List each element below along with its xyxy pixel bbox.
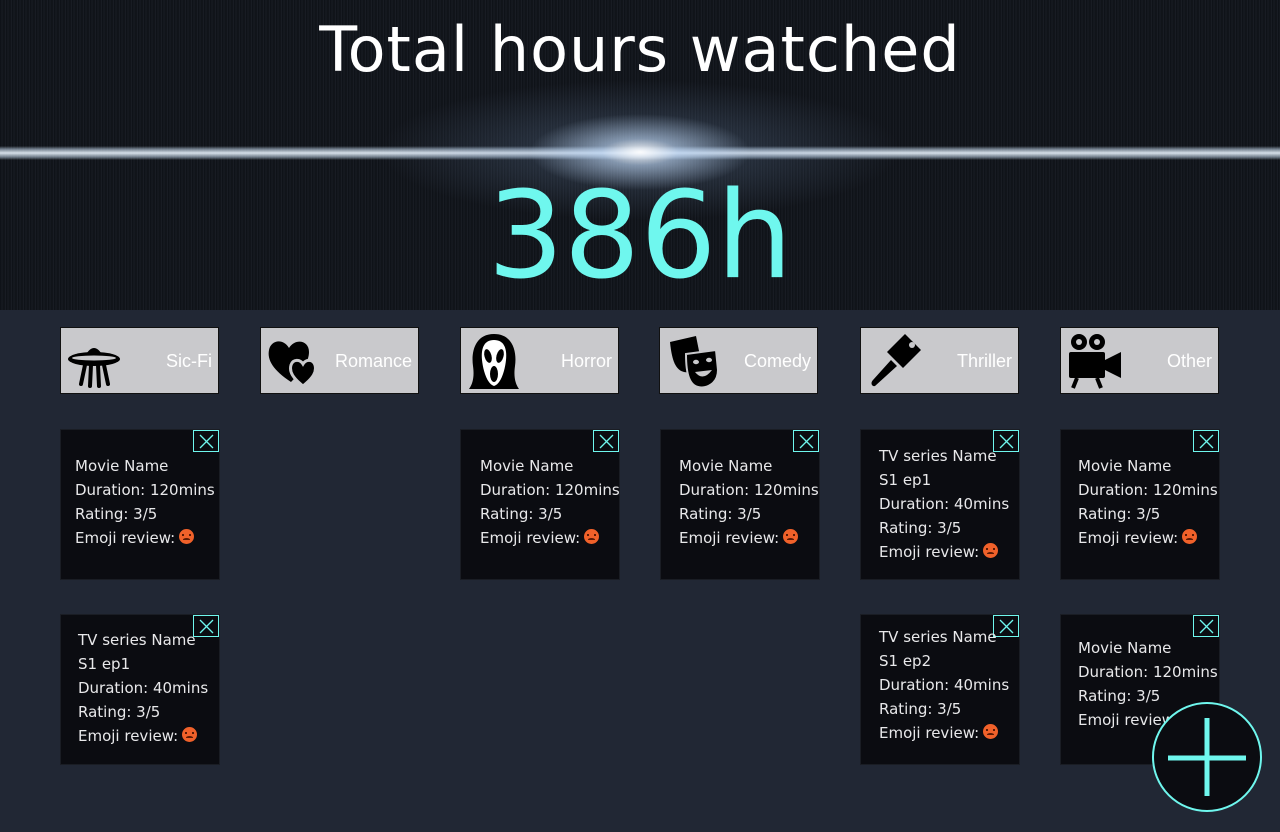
title-text: TV series Name	[78, 631, 196, 649]
rating-text: Rating: 3/5	[1078, 505, 1161, 523]
episode-text: S1 ep2	[879, 652, 932, 670]
plus-icon	[1168, 718, 1246, 796]
close-button[interactable]	[1193, 615, 1219, 637]
rating-text: Rating: 3/5	[879, 700, 962, 718]
scream-mask-icon	[469, 334, 519, 389]
close-button[interactable]	[193, 430, 219, 452]
watch-entry-card: TV series Name S1 ep1 Duration: 40mins R…	[60, 614, 220, 765]
genre-label: Romance	[334, 351, 412, 371]
title-text: TV series Name	[879, 447, 997, 465]
emoji-review-label: Emoji review:	[480, 529, 581, 547]
genre-tile-romance[interactable]: Romance	[260, 327, 419, 394]
duration-text: Duration: 40mins	[879, 676, 1010, 694]
heart-icon	[268, 341, 317, 388]
genre-label: Other	[1166, 351, 1212, 371]
genre-tile-other[interactable]: Other	[1060, 327, 1219, 394]
rating-text: Rating: 3/5	[879, 519, 962, 537]
emoji-review-label: Emoji review:	[78, 727, 179, 745]
close-icon	[1199, 434, 1214, 449]
watch-entry-card: Movie Name Duration: 120mins Rating: 3/5…	[460, 429, 620, 580]
emoji-review-label: Emoji review:	[879, 724, 980, 742]
angry-face-emoji-icon	[182, 727, 198, 742]
ufo-icon	[68, 348, 120, 388]
duration-text: Duration: 120mins	[679, 481, 819, 499]
angry-face-emoji-icon	[1182, 529, 1198, 544]
close-button[interactable]	[793, 430, 819, 452]
close-icon	[799, 434, 814, 449]
close-icon	[1199, 619, 1214, 634]
theater-masks-icon	[670, 336, 720, 389]
emoji-review-label: Emoji review:	[75, 529, 176, 547]
genre-tile-thriller[interactable]: Thriller	[860, 327, 1019, 394]
episode-text: S1 ep1	[78, 655, 131, 673]
duration-text: Duration: 120mins	[75, 481, 215, 499]
page-title: Total hours watched	[319, 13, 961, 86]
add-entry-button[interactable]	[1152, 702, 1262, 812]
genre-label: Sic-Fi	[166, 351, 212, 371]
angry-face-emoji-icon	[983, 724, 999, 739]
close-icon	[599, 434, 614, 449]
genre-label: Horror	[560, 351, 612, 371]
title-text: Movie Name	[480, 457, 574, 475]
episode-text: S1 ep1	[879, 471, 932, 489]
genre-label: Comedy	[743, 351, 811, 371]
watch-entry-card: TV series Name S1 ep1 Duration: 40mins R…	[860, 429, 1020, 580]
duration-text: Duration: 40mins	[78, 679, 209, 697]
title-text: Movie Name	[1078, 639, 1172, 657]
total-hours-value: 386h	[487, 167, 793, 306]
genre-tile-horror[interactable]: Horror	[460, 327, 619, 394]
rating-text: Rating: 3/5	[78, 703, 161, 721]
angry-face-emoji-icon	[783, 529, 799, 544]
emoji-review-label: Emoji review:	[1078, 529, 1179, 547]
rating-text: Rating: 3/5	[75, 505, 158, 523]
duration-text: Duration: 120mins	[1078, 481, 1218, 499]
angry-face-emoji-icon	[584, 529, 600, 544]
watch-entry-card: Movie Name Duration: 120mins Rating: 3/5…	[1060, 429, 1220, 580]
rating-text: Rating: 3/5	[679, 505, 762, 523]
angry-face-emoji-icon	[983, 543, 999, 558]
movie-camera-icon	[1069, 334, 1121, 389]
duration-text: Duration: 40mins	[879, 495, 1010, 513]
emoji-review-label: Emoji review:	[879, 543, 980, 561]
watch-entry-card: Movie Name Duration: 120mins Rating: 3/5…	[60, 429, 220, 580]
watch-entry-card: Movie Name Duration: 120mins Rating: 3/5…	[660, 429, 820, 580]
title-text: Movie Name	[679, 457, 773, 475]
close-icon	[199, 434, 214, 449]
title-text: Movie Name	[75, 457, 169, 475]
genre-label: Thriller	[956, 351, 1012, 371]
genre-tile-comedy[interactable]: Comedy	[659, 327, 818, 394]
emoji-review-label: Emoji review:	[679, 529, 780, 547]
duration-text: Duration: 120mins	[1078, 663, 1218, 681]
rating-text: Rating: 3/5	[480, 505, 563, 523]
genre-tile-scifi[interactable]: Sic-Fi	[60, 327, 219, 394]
duration-text: Duration: 120mins	[480, 481, 620, 499]
close-button[interactable]	[593, 430, 619, 452]
cleaver-icon	[871, 334, 921, 387]
close-button[interactable]	[1193, 430, 1219, 452]
angry-face-emoji-icon	[179, 529, 195, 544]
title-text: TV series Name	[879, 628, 997, 646]
title-text: Movie Name	[1078, 457, 1172, 475]
hero-banner: Total hours watched 386h	[0, 0, 1280, 310]
watch-entry-card: TV series Name S1 ep2 Duration: 40mins R…	[860, 614, 1020, 765]
